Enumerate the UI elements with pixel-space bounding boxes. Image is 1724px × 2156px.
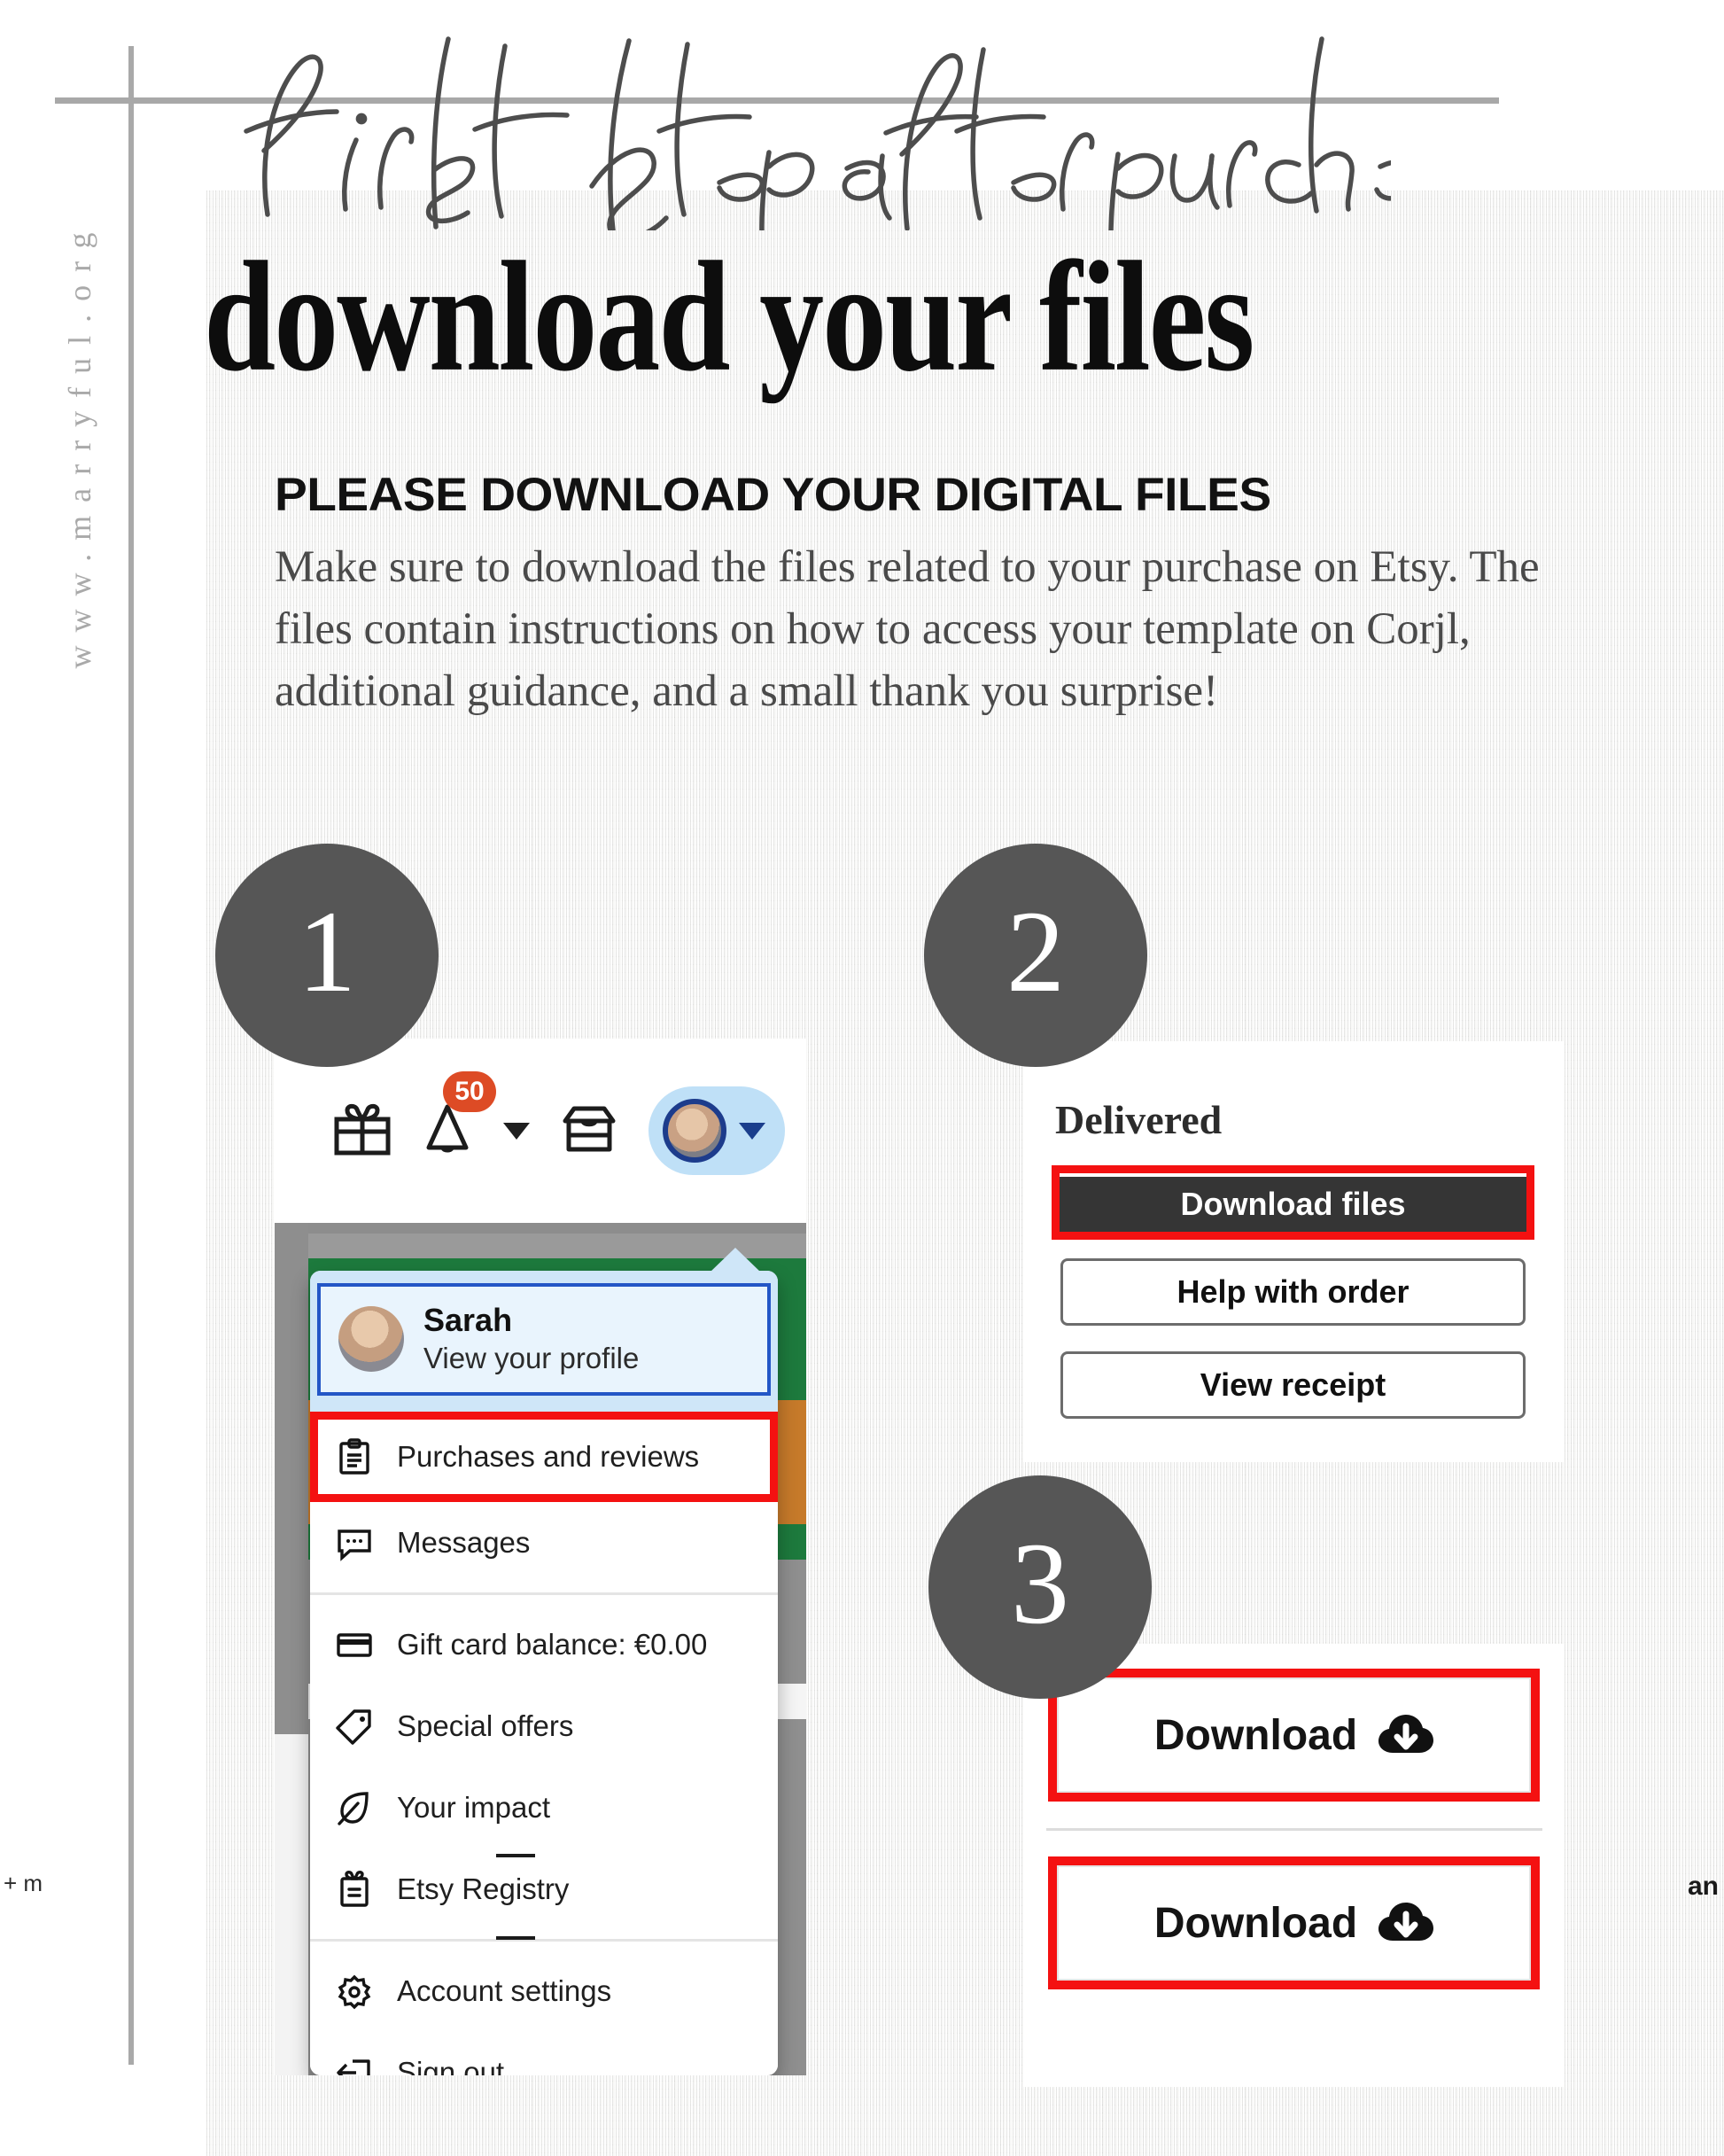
status-badge: Delivered: [1055, 1097, 1223, 1142]
clipboard-icon: [335, 1437, 374, 1476]
poster-page: www.marryful.org download your files PLE…: [0, 0, 1724, 2156]
step-number-2: 2: [924, 844, 1147, 1067]
menu-divider: [310, 1592, 778, 1595]
section-subheading: PLEASE DOWNLOAD YOUR DIGITAL FILES: [275, 469, 1271, 521]
avatar: [663, 1099, 726, 1163]
download-button-label: Download: [1153, 1711, 1358, 1759]
menu-divider: [310, 1938, 778, 1942]
menu-item-label: Special offers: [397, 1708, 574, 1742]
profile-subtitle: View your profile: [423, 1341, 640, 1374]
menu-item-label: Etsy Registry: [397, 1872, 570, 1905]
message-bubble-icon: [335, 1523, 374, 1562]
profile-avatar: [338, 1306, 404, 1373]
menu-item-label: Account settings: [397, 1973, 612, 2007]
download-button-2-highlight: Download: [1048, 1856, 1540, 1989]
download-files-highlight: Download files: [1052, 1165, 1534, 1240]
menu-item-account-settings[interactable]: Account settings: [310, 1950, 778, 2032]
bell-icon[interactable]: 50: [422, 1070, 496, 1161]
account-menu-button[interactable]: [648, 1086, 785, 1175]
background-text-fragment-left: + m: [4, 1870, 43, 1896]
download-button-1-highlight: Download: [1048, 1669, 1540, 1802]
profile-header[interactable]: Sarah View your profile: [310, 1271, 778, 1412]
shop-icon[interactable]: [560, 1103, 618, 1159]
menu-item-sign-out[interactable]: Sign out: [310, 2031, 778, 2075]
order-status-card: Delivered Download files Help with order…: [1023, 1041, 1564, 1462]
menu-item-label: Your impact: [397, 1790, 551, 1824]
profile-name: Sarah: [423, 1302, 513, 1338]
gift-icon[interactable]: [333, 1101, 392, 1161]
cloud-download-icon: [1378, 1714, 1434, 1756]
bell-badge-count: 50: [443, 1070, 496, 1112]
download-files-button[interactable]: Download files: [1060, 1173, 1526, 1232]
menu-item-label: Sign out: [397, 2055, 505, 2075]
menu-item-purchases-and-reviews[interactable]: Purchases and reviews: [310, 1411, 778, 1502]
account-chevron-down-icon: [739, 1122, 765, 1140]
vertical-rule: [128, 46, 134, 2065]
menu-item-label: Gift card balance: €0.00: [397, 1627, 708, 1661]
bell-chevron-down-icon[interactable]: [503, 1122, 530, 1140]
download-list-divider: [1046, 1828, 1542, 1831]
download-button-2[interactable]: Download: [1057, 1865, 1531, 1981]
menu-item-etsy-registry[interactable]: Etsy Registry: [310, 1848, 778, 1930]
menu-item-messages[interactable]: Messages: [310, 1501, 778, 1584]
account-dropdown-menu: Sarah View your profile Purchases and re…: [310, 1271, 778, 2075]
page-sidebar-behind-menu: [275, 1223, 308, 2075]
script-title: [213, 27, 1554, 279]
body-paragraph: Make sure to download the files related …: [275, 542, 1540, 716]
site-url-vertical: www.marryful.org: [62, 219, 97, 669]
leaf-icon: [335, 1788, 374, 1827]
help-with-order-button[interactable]: Help with order: [1060, 1258, 1526, 1326]
step-number-1: 1: [215, 844, 439, 1067]
background-rule-bottom: [496, 1936, 535, 1940]
tag-icon: [335, 1707, 374, 1746]
menu-item-label: Messages: [397, 1525, 531, 1559]
etsy-account-menu-screenshot: 50 Sarah View your profile Purchases and…: [275, 1039, 806, 2075]
credit-card-icon: [335, 1625, 374, 1664]
background-text-fragment-right: an: [1687, 1872, 1719, 1901]
dropdown-pointer: [710, 1248, 761, 1273]
gear-icon: [335, 1972, 374, 2011]
step-number-3: 3: [928, 1475, 1152, 1699]
menu-item-your-impact[interactable]: Your impact: [310, 1766, 778, 1849]
menu-item-special-offers[interactable]: Special offers: [310, 1685, 778, 1767]
registry-gift-icon: [335, 1870, 374, 1909]
menu-item-gift-card-balance[interactable]: Gift card balance: €0.00: [310, 1603, 778, 1685]
menu-item-label: Purchases and reviews: [397, 1439, 700, 1473]
sign-out-icon: [335, 2053, 374, 2075]
cloud-download-icon: [1378, 1902, 1434, 1944]
download-list-card: Download Download: [1023, 1644, 1564, 2087]
download-button-1[interactable]: Download: [1057, 1677, 1531, 1793]
background-rule-top: [496, 1854, 535, 1857]
page-title: download your files: [204, 229, 1254, 404]
view-receipt-button[interactable]: View receipt: [1060, 1351, 1526, 1419]
etsy-top-nav: 50: [275, 1039, 806, 1223]
download-button-label: Download: [1153, 1899, 1358, 1947]
